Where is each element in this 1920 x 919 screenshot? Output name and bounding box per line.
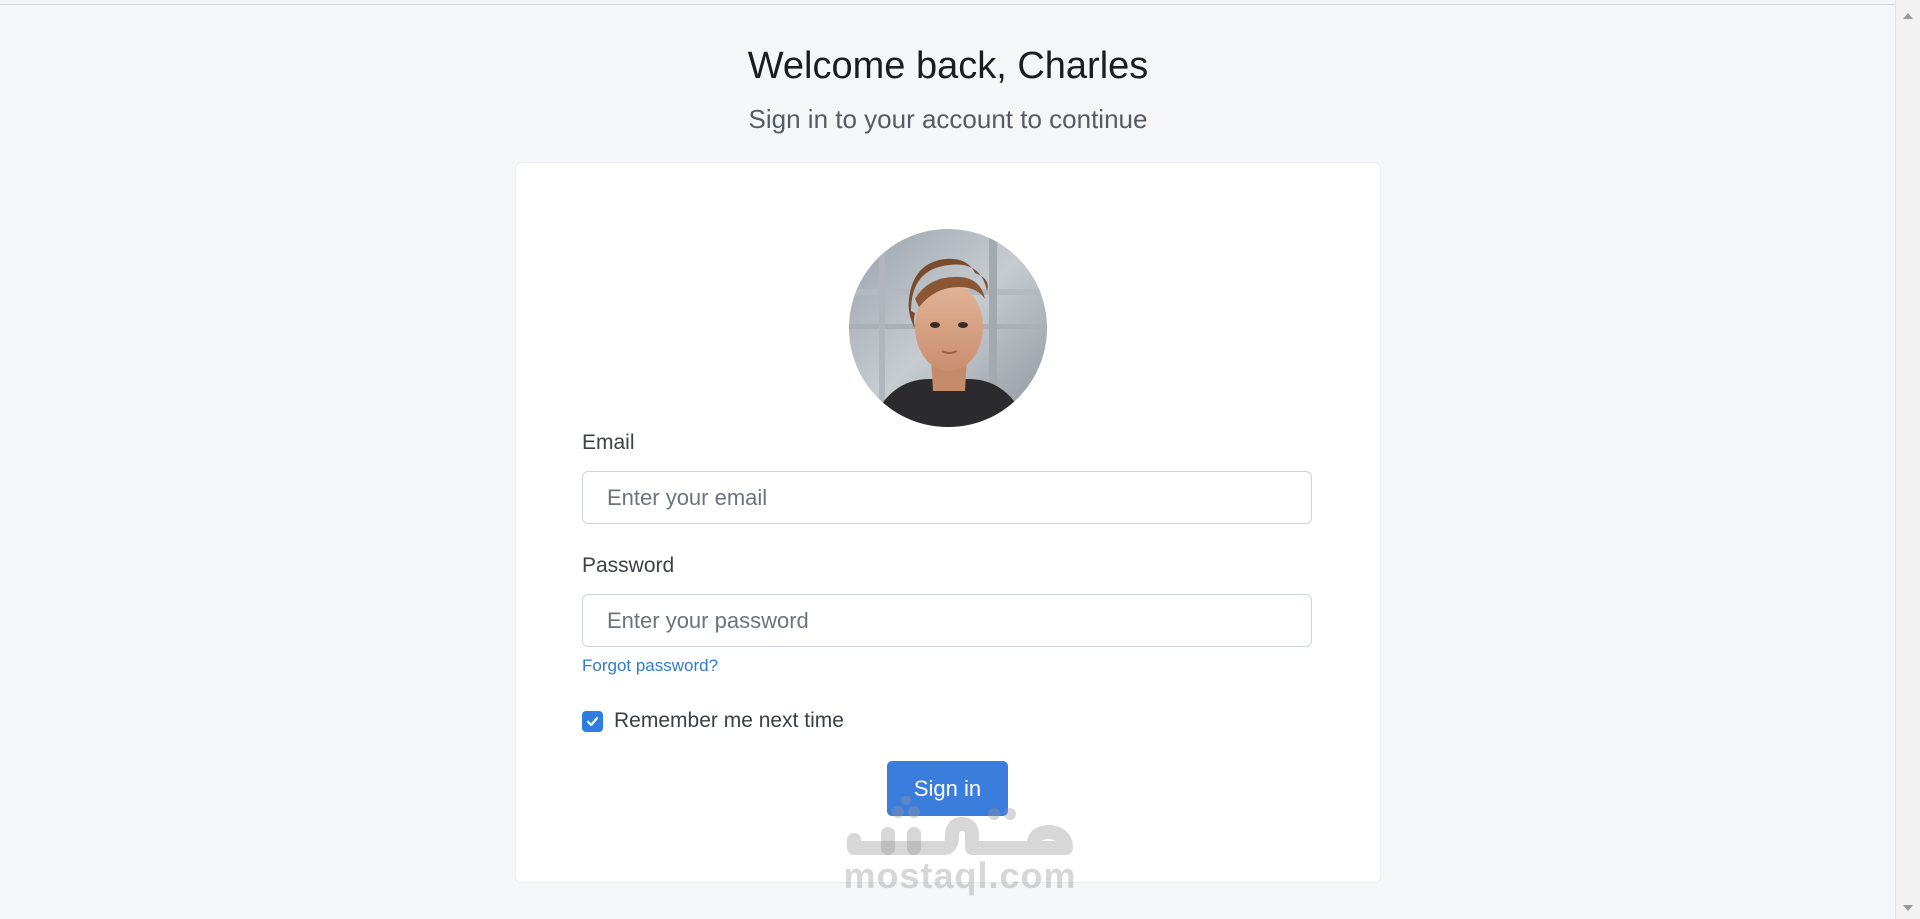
scroll-down-icon[interactable] <box>1903 905 1913 911</box>
remember-me-checkbox[interactable] <box>582 710 603 732</box>
remember-me-label: Remember me next time <box>614 709 844 732</box>
user-avatar-image <box>849 229 1047 427</box>
forgot-password-link[interactable]: Forgot password? <box>582 656 718 676</box>
remember-me-option[interactable]: Remember me next time <box>582 709 844 733</box>
email-label: Email <box>582 431 635 454</box>
vertical-scrollbar[interactable] <box>1895 0 1920 919</box>
check-icon <box>586 716 599 726</box>
sign-in-button[interactable]: Sign in <box>887 761 1008 816</box>
password-field[interactable] <box>582 594 1312 647</box>
avatar <box>849 229 1047 427</box>
page-subtitle: Sign in to your account to continue <box>748 104 1148 134</box>
page-title: Welcome back, Charles <box>747 45 1149 87</box>
email-field[interactable] <box>582 471 1312 524</box>
top-divider <box>0 4 1896 5</box>
password-label: Password <box>582 554 675 577</box>
scroll-up-icon[interactable] <box>1903 13 1913 19</box>
